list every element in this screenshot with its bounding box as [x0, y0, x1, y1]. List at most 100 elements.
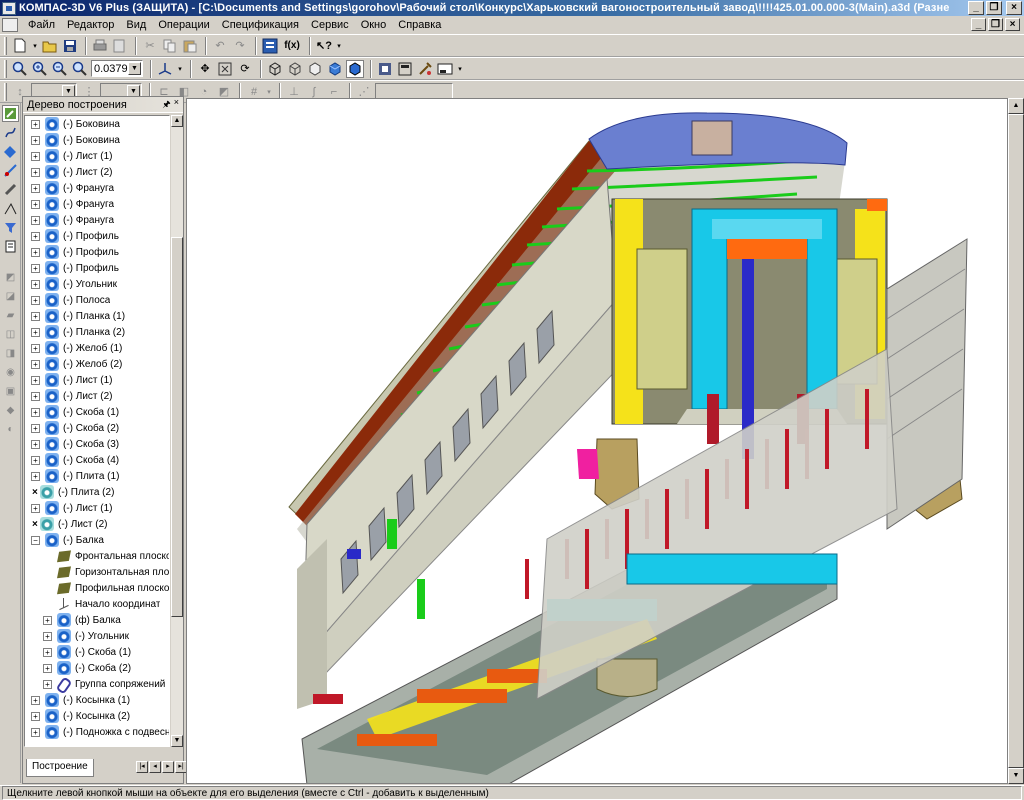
tree-item[interactable]: +Профильная плоскость: [25, 580, 169, 596]
filter-icon[interactable]: [2, 219, 19, 236]
zoom-window-icon[interactable]: [11, 60, 29, 78]
open-folder-icon[interactable]: [41, 37, 59, 55]
tree-item[interactable]: + (-) Франуга: [25, 212, 169, 228]
pipe-icon[interactable]: [2, 181, 19, 198]
model-viewport[interactable]: [186, 98, 1008, 784]
expand-icon[interactable]: +: [31, 727, 40, 737]
context-help-icon[interactable]: ↖?: [315, 37, 333, 55]
gray-tool-8-icon[interactable]: ◆: [2, 402, 19, 419]
tree-item[interactable]: + (-) Лист (1): [25, 500, 169, 516]
tree-item[interactable]: × (-) Плита (2): [25, 484, 169, 500]
save-icon[interactable]: [61, 37, 79, 55]
tree-item[interactable]: + Группа сопряжений: [25, 676, 169, 692]
cut-icon[interactable]: ✂: [141, 37, 159, 55]
scroll-up-icon[interactable]: ▲: [1008, 98, 1024, 114]
orientation-axes-icon[interactable]: [156, 60, 174, 78]
expand-icon[interactable]: +: [31, 391, 40, 401]
expand-icon[interactable]: +: [31, 343, 40, 353]
expand-icon[interactable]: +: [31, 327, 40, 337]
document-icon[interactable]: [2, 18, 18, 32]
toolbar-grip[interactable]: [4, 36, 7, 55]
close-button[interactable]: ×: [1006, 1, 1022, 15]
menu-specification[interactable]: Спецификация: [216, 19, 305, 31]
tree-item[interactable]: + (-) Скоба (2): [25, 420, 169, 436]
tree-item[interactable]: + (-) Профиль: [25, 244, 169, 260]
scroll-left-icon[interactable]: ◂: [149, 761, 161, 773]
dropdown-arrow-icon[interactable]: ▾: [335, 37, 343, 55]
expand-icon[interactable]: +: [43, 679, 52, 689]
tree-item[interactable]: + (-) Скоба (3): [25, 436, 169, 452]
expand-icon[interactable]: +: [43, 663, 52, 673]
tree-item[interactable]: +Фронтальная плоскость: [25, 548, 169, 564]
surfaces-icon[interactable]: [2, 143, 19, 160]
redo-icon[interactable]: ↷: [231, 37, 249, 55]
dropdown-arrow-icon[interactable]: ▾: [176, 60, 184, 78]
curves-icon[interactable]: [2, 124, 19, 141]
expand-icon[interactable]: +: [31, 359, 40, 369]
expand-icon[interactable]: +: [31, 135, 40, 145]
expand-icon[interactable]: +: [31, 215, 40, 225]
expand-icon[interactable]: +: [31, 167, 40, 177]
gray-tool-1-icon[interactable]: ◩: [2, 269, 19, 286]
expand-icon[interactable]: +: [31, 183, 40, 193]
tree-item[interactable]: + (-) Скоба (4): [25, 452, 169, 468]
railcar-3d-model[interactable]: [187, 99, 1008, 784]
scroll-first-icon[interactable]: |◂: [136, 761, 148, 773]
expand-icon[interactable]: +: [31, 455, 40, 465]
expand-icon[interactable]: +: [31, 231, 40, 241]
scroll-thumb[interactable]: [1008, 114, 1024, 768]
shaded-edges-icon[interactable]: [346, 59, 364, 78]
gray-tool-2-icon[interactable]: ◪: [2, 288, 19, 305]
tree-scrollbar[interactable]: ▲ ▼: [171, 115, 183, 747]
tree-item[interactable]: + (-) Профиль: [25, 228, 169, 244]
new-document-icon[interactable]: [11, 37, 29, 55]
tree-item[interactable]: + (-) Франуга: [25, 180, 169, 196]
doc-minimize-button[interactable]: _: [971, 18, 986, 31]
scroll-down-icon[interactable]: ▼: [171, 735, 183, 747]
menu-editor[interactable]: Редактор: [61, 19, 120, 31]
tree-item[interactable]: + (ф) Балка: [25, 612, 169, 628]
tree-item[interactable]: + (-) Лист (1): [25, 372, 169, 388]
expand-icon[interactable]: +: [31, 247, 40, 257]
tree-item[interactable]: + (-) Боковина: [25, 116, 169, 132]
tree-item[interactable]: + (-) Лист (1): [25, 148, 169, 164]
tree-item[interactable]: +Горизонтальная плоскость: [25, 564, 169, 580]
fx-icon[interactable]: f(x): [281, 37, 303, 55]
print-preview-icon[interactable]: [111, 37, 129, 55]
tree-item[interactable]: + (-) Плита (1): [25, 468, 169, 484]
shaded-icon[interactable]: [326, 60, 344, 78]
expand-icon[interactable]: +: [31, 695, 40, 705]
expand-icon[interactable]: +: [43, 631, 52, 641]
library-icon[interactable]: [396, 60, 414, 78]
pan-icon[interactable]: ✥: [196, 60, 214, 78]
menu-view[interactable]: Вид: [120, 19, 152, 31]
tree-item[interactable]: + (-) Франуга: [25, 196, 169, 212]
fit-all-icon[interactable]: [216, 60, 234, 78]
gray-tool-6-icon[interactable]: ◉: [2, 364, 19, 381]
tree-item[interactable]: + (-) Желоб (1): [25, 340, 169, 356]
toolbar-grip[interactable]: [4, 59, 7, 78]
gray-tool-5-icon[interactable]: ◨: [2, 345, 19, 362]
chevron-down-icon[interactable]: ▼: [128, 62, 141, 75]
gray-tool-9-icon[interactable]: ◐: [2, 421, 19, 438]
minimize-button[interactable]: _: [968, 1, 984, 15]
measure-icon[interactable]: [2, 162, 19, 179]
doc-close-button[interactable]: ×: [1005, 18, 1020, 31]
gray-tool-4-icon[interactable]: ◫: [2, 326, 19, 343]
tree-item[interactable]: + (-) Скоба (2): [25, 660, 169, 676]
dimension-tool-icon[interactable]: [2, 200, 19, 217]
expand-icon[interactable]: +: [31, 151, 40, 161]
expand-icon[interactable]: +: [31, 439, 40, 449]
collapse-icon[interactable]: −: [31, 535, 40, 545]
scroll-down-icon[interactable]: ▼: [1008, 768, 1024, 784]
tree-item[interactable]: + (-) Лист (2): [25, 388, 169, 404]
display-icon[interactable]: [436, 60, 454, 78]
close-icon[interactable]: ×: [174, 97, 179, 113]
scroll-up-icon[interactable]: ▲: [171, 115, 183, 127]
tree-item[interactable]: × (-) Лист (2): [25, 516, 169, 532]
rotate-icon[interactable]: ⟳: [236, 60, 254, 78]
tree-item[interactable]: + (-) Полоса: [25, 292, 169, 308]
undo-icon[interactable]: ↶: [211, 37, 229, 55]
zoom-in-icon[interactable]: [31, 60, 49, 78]
tree-item[interactable]: + (-) Боковина: [25, 132, 169, 148]
